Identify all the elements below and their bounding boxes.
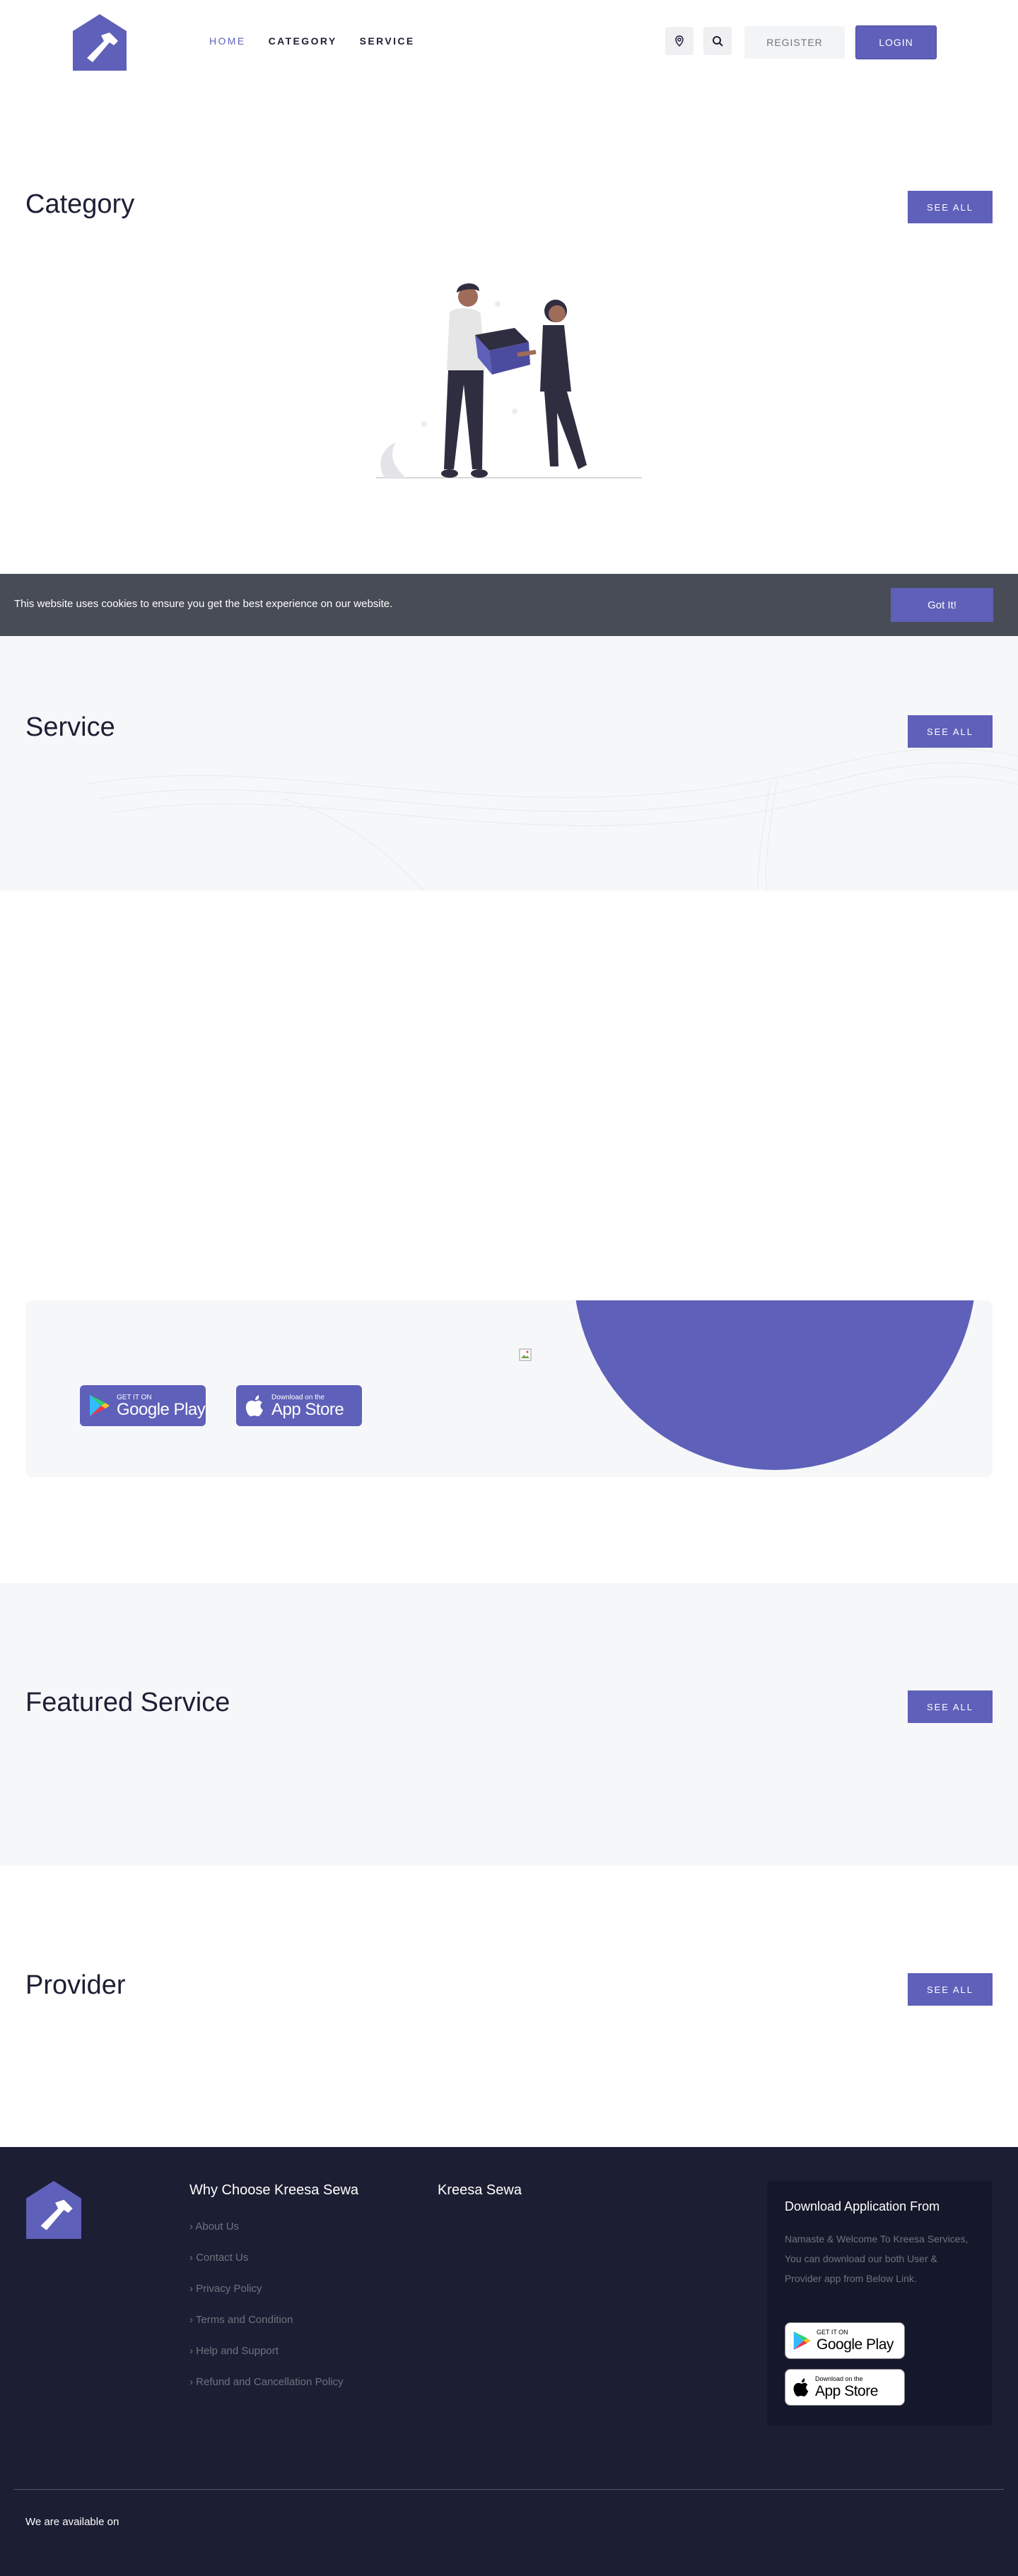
category-see-all-button[interactable]: SEE ALL: [908, 191, 993, 223]
featured-service-title: Featured Service: [25, 1688, 230, 1717]
footer-link-refund[interactable]: › Refund and Cancellation Policy: [189, 2376, 344, 2388]
footer-link-label: Help and Support: [196, 2345, 279, 2357]
register-button[interactable]: REGISTER: [744, 26, 845, 59]
decorative-wave-lines: [84, 748, 1018, 890]
decorative-half-circle: [573, 1300, 976, 1470]
footer-google-small-text: GET IT ON: [817, 2328, 848, 2336]
nav-category[interactable]: CATEGORY: [269, 35, 337, 47]
footer-brand-title: Kreesa Sewa: [438, 2182, 522, 2198]
service-section: [0, 636, 1018, 890]
location-button[interactable]: [665, 27, 694, 55]
service-see-all-button[interactable]: SEE ALL: [908, 715, 993, 748]
footer-link-label: Privacy Policy: [196, 2283, 262, 2295]
featured-see-all-button[interactable]: SEE ALL: [908, 1690, 993, 1723]
google-play-button[interactable]: GET IT ON Google Play: [80, 1385, 206, 1426]
featured-service-section: [0, 1583, 1018, 1866]
login-button[interactable]: LOGIN: [855, 25, 937, 59]
footer-apple-small-text: Download on the: [815, 2375, 863, 2382]
app-store-big-text: App Store: [271, 1399, 344, 1419]
footer-google-big-text: Google Play: [817, 2336, 894, 2353]
cookie-banner: This website uses cookies to ensure you …: [0, 574, 1018, 636]
footer-app-store-badge[interactable]: Download on the App Store: [785, 2369, 905, 2406]
footer-link-help[interactable]: › Help and Support: [189, 2345, 279, 2357]
footer-apple-big-text: App Store: [815, 2382, 878, 2399]
google-play-icon: [90, 1395, 110, 1416]
nav-home[interactable]: HOME: [209, 35, 246, 47]
provider-title: Provider: [25, 1970, 126, 2000]
download-text: Namaste & Welcome To Kreesa Services, Yo…: [785, 2233, 969, 2284]
footer-link-contact[interactable]: › Contact Us: [189, 2252, 248, 2264]
site-footer: Why Choose Kreesa Sewa Kreesa Sewa › Abo…: [0, 2147, 1018, 2576]
footer-link-label: Refund and Cancellation Policy: [196, 2376, 344, 2388]
footer-link-label: Contact Us: [196, 2252, 249, 2264]
map-pin-icon: [675, 35, 684, 47]
provider-see-all-button[interactable]: SEE ALL: [908, 1973, 993, 2006]
footer-link-terms[interactable]: › Terms and Condition: [189, 2314, 293, 2326]
search-icon: [713, 36, 723, 47]
nav-service[interactable]: SERVICE: [360, 35, 415, 47]
google-play-big-text: Google Play: [117, 1399, 206, 1419]
logo-house-hammer-icon[interactable]: [73, 14, 127, 71]
footer-google-play-badge[interactable]: GET IT ON Google Play: [785, 2322, 905, 2359]
app-store-button[interactable]: Download on the App Store: [236, 1385, 362, 1426]
cookie-accept-button[interactable]: Got It!: [891, 588, 993, 622]
footer-link-label: Terms and Condition: [195, 2314, 293, 2326]
apple-icon: [793, 2378, 809, 2396]
google-play-icon: [793, 2331, 811, 2350]
cookie-message: This website uses cookies to ensure you …: [14, 598, 393, 610]
footer-available-text: We are available on: [25, 2516, 119, 2528]
download-app-box: Download Application From Namaste & Welc…: [767, 2181, 992, 2425]
main-nav: HOME CATEGORY SERVICE: [209, 35, 415, 47]
site-header: HOME CATEGORY SERVICE REGISTER LOGIN: [0, 0, 1018, 83]
category-title: Category: [25, 189, 135, 219]
footer-link-privacy[interactable]: › Privacy Policy: [189, 2283, 262, 2295]
empty-state-illustration: [376, 283, 642, 478]
broken-image-icon: [519, 1348, 532, 1361]
footer-divider: [14, 2489, 1004, 2490]
footer-link-label: About Us: [195, 2221, 240, 2233]
search-button[interactable]: [703, 27, 732, 55]
footer-link-about[interactable]: › About Us: [189, 2221, 239, 2233]
footer-why-title: Why Choose Kreesa Sewa: [189, 2182, 359, 2198]
service-title: Service: [25, 712, 115, 742]
app-download-banner: GET IT ON Google Play Download on the Ap…: [25, 1300, 993, 1477]
apple-icon: [245, 1395, 263, 1416]
download-title: Download Application From: [785, 2199, 940, 2213]
footer-logo-icon[interactable]: [26, 2181, 81, 2239]
